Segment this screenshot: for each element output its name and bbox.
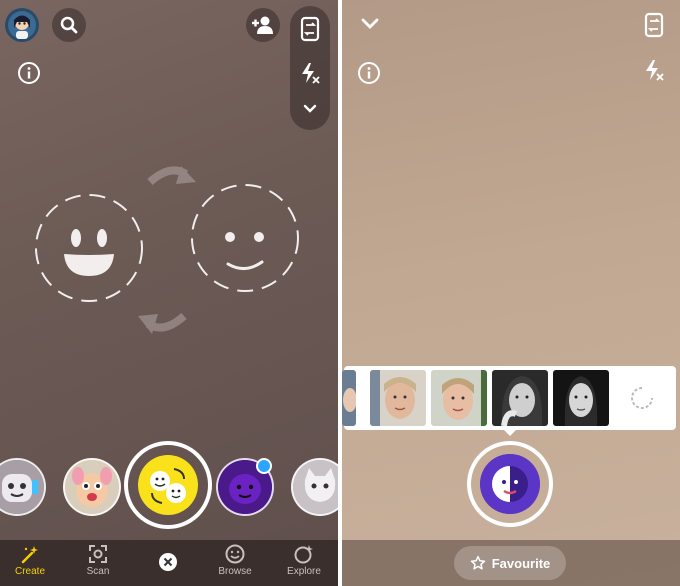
star-icon <box>470 555 485 570</box>
scan-icon <box>89 545 107 563</box>
face-photo-icon <box>370 370 426 426</box>
nav-scan-label: Scan <box>86 566 110 577</box>
nav-create[interactable]: Create <box>0 544 60 577</box>
face-swap-lens-icon <box>150 468 186 504</box>
loading-spinner <box>630 386 654 415</box>
nav-create-label: Create <box>14 566 45 577</box>
camera-left-panel: Create Scan Browse Explore <box>0 0 338 586</box>
photo-thumb-2[interactable] <box>431 370 487 426</box>
flash-off-icon <box>646 60 664 81</box>
info-icon <box>358 62 380 84</box>
favourite-button[interactable]: Favourite <box>454 546 566 580</box>
chevron-down-icon <box>361 18 379 29</box>
capture-shutter-button[interactable] <box>124 441 212 529</box>
lens-robot[interactable] <box>0 458 46 516</box>
face-left-icon <box>35 194 143 302</box>
flip-camera-button[interactable] <box>640 10 668 40</box>
photo-thumb-1[interactable] <box>370 370 426 426</box>
collapse-button[interactable] <box>356 10 384 38</box>
face-swap-purple-lens <box>480 454 540 514</box>
nav-close-lens[interactable] <box>138 552 198 572</box>
info-button[interactable] <box>356 60 382 86</box>
camera-right-panel: Favourite <box>342 0 680 586</box>
face-swap-illustration <box>35 166 299 334</box>
swap-arrow-top-icon <box>147 166 196 186</box>
face-swap-purple-lens-icon <box>480 454 540 514</box>
bottom-action-bar: Favourite <box>342 540 680 586</box>
face-photo-strip <box>342 366 676 430</box>
lens-bunny[interactable] <box>63 458 121 516</box>
nav-explore[interactable]: Explore <box>274 544 334 577</box>
face-right-icon <box>191 184 299 292</box>
photo-thumb-4[interactable] <box>553 370 609 426</box>
nav-explore-label: Explore <box>287 566 321 577</box>
robot-lens-icon <box>0 460 44 514</box>
loading-spinner-icon <box>631 387 653 409</box>
bottom-navigation: Create Scan Browse Explore <box>0 540 338 586</box>
face-photo-icon <box>492 370 548 426</box>
lens-cat[interactable] <box>291 458 338 516</box>
photo-thumb-partial[interactable] <box>342 370 356 426</box>
favourite-label: Favourite <box>491 555 551 571</box>
swap-arrow-bottom-icon <box>138 312 187 334</box>
face-swap-lens <box>138 455 198 515</box>
close-icon <box>159 553 177 571</box>
strip-pointer <box>502 428 518 436</box>
nav-browse[interactable]: Browse <box>205 544 265 577</box>
face-photo-icon <box>342 370 356 426</box>
cat-lens-icon <box>293 460 338 514</box>
nav-scan[interactable]: Scan <box>68 544 128 577</box>
flip-camera-icon <box>644 12 664 38</box>
new-lens-dot <box>256 458 272 474</box>
browse-smiley-icon <box>225 544 245 564</box>
face-photo-icon <box>553 370 609 426</box>
bunny-lens-icon <box>65 460 119 514</box>
create-wand-icon <box>21 546 38 564</box>
face-photo-icon <box>431 370 487 426</box>
explore-icon <box>294 545 313 564</box>
photo-thumb-3[interactable] <box>492 370 548 426</box>
nav-browse-label: Browse <box>218 566 252 577</box>
flash-off-button[interactable] <box>640 56 668 84</box>
capture-shutter-button[interactable] <box>467 441 553 527</box>
